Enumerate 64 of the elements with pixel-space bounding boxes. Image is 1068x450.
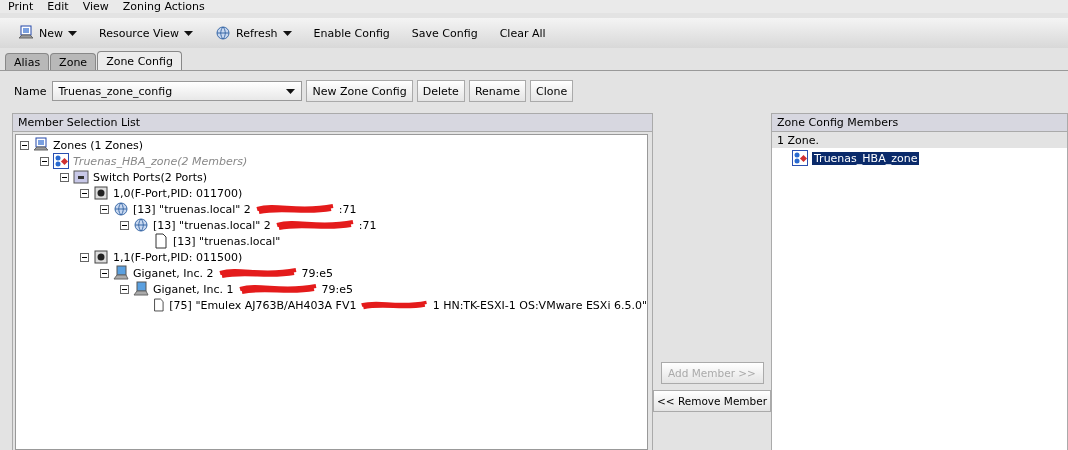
tree-item-label[interactable]: Giganet, Inc. 1 bbox=[153, 282, 234, 296]
toolbar-button[interactable]: Clear All bbox=[491, 23, 554, 43]
tree-item-label: 1 HN:TK-ESXI-1 OS:VMware ESXi 6.5.0" bbox=[432, 298, 647, 312]
tree-item-label: :71 bbox=[358, 218, 377, 232]
port-icon bbox=[93, 249, 109, 265]
menu-item[interactable]: Edit bbox=[47, 0, 69, 13]
tree-item-label: :71 bbox=[338, 202, 357, 216]
toolbar-button[interactable]: Enable Config bbox=[305, 23, 398, 43]
member-button[interactable]: << Remove Member bbox=[652, 390, 772, 412]
globe-icon bbox=[113, 201, 129, 217]
tree-item-label: 79:e5 bbox=[321, 282, 354, 296]
tree-item-label[interactable]: Zones (1 Zones) bbox=[53, 138, 144, 152]
globe-icon bbox=[215, 25, 232, 41]
collapse-toggle[interactable] bbox=[20, 140, 29, 150]
tree-item-label[interactable]: Giganet, Inc. 2 bbox=[133, 266, 214, 280]
computer-icon bbox=[133, 281, 149, 297]
action-button[interactable]: Delete bbox=[416, 80, 465, 102]
name-label: Name bbox=[14, 84, 47, 98]
collapse-toggle[interactable] bbox=[40, 156, 49, 166]
tree-item-label[interactable]: [13] "truenas.local" bbox=[173, 234, 281, 248]
switch-icon bbox=[73, 169, 89, 185]
tree-item-label[interactable]: [75] "Emulex AJ763B/AH403A FV1 bbox=[169, 298, 357, 312]
computer-icon bbox=[18, 25, 34, 41]
computer-icon bbox=[33, 137, 49, 153]
name-dropdown[interactable]: Truenas_zone_config bbox=[52, 81, 303, 101]
menu-item[interactable]: View bbox=[82, 0, 109, 13]
member-item[interactable]: Truenas_HBA_zone bbox=[812, 151, 920, 165]
toolbar-button[interactable]: Save Config bbox=[403, 23, 486, 43]
tree-item-label: 79:e5 bbox=[301, 266, 334, 280]
action-button[interactable]: Clone bbox=[530, 80, 574, 102]
zone-icon bbox=[53, 153, 69, 169]
collapse-toggle[interactable] bbox=[100, 268, 109, 278]
port-icon bbox=[93, 185, 109, 201]
tab[interactable]: Zone Config bbox=[97, 51, 182, 70]
collapse-toggle[interactable] bbox=[120, 220, 129, 230]
document-icon bbox=[151, 297, 166, 313]
tab[interactable]: Zone bbox=[50, 53, 97, 70]
tree-item-label[interactable]: [13] "truenas.local" 2 bbox=[153, 218, 271, 232]
toolbar-button[interactable]: Resource View bbox=[91, 23, 202, 43]
tree-item-label[interactable]: Truenas_HBA_zone(2 Members) bbox=[73, 154, 248, 168]
tree-item-label[interactable]: Switch Ports(2 Ports) bbox=[93, 170, 208, 184]
panel-title: Member Selection List bbox=[13, 114, 652, 132]
tab[interactable]: Alias bbox=[5, 53, 50, 70]
menu-item[interactable]: Print bbox=[8, 0, 34, 13]
globe-icon bbox=[133, 217, 149, 233]
status-text: 1 Zone. bbox=[776, 132, 820, 148]
toolbar-button[interactable]: New bbox=[10, 22, 85, 44]
tree-item-label[interactable]: 1,1(F-Port,PID: 011500) bbox=[113, 250, 243, 264]
collapse-toggle[interactable] bbox=[80, 252, 89, 262]
tree-item-label[interactable]: [13] "truenas.local" 2 bbox=[133, 202, 251, 216]
collapse-toggle[interactable] bbox=[120, 284, 129, 294]
collapse-toggle[interactable] bbox=[60, 172, 69, 182]
collapse-toggle[interactable] bbox=[100, 204, 109, 214]
document-icon bbox=[153, 233, 169, 249]
tree-item-label[interactable]: 1,0(F-Port,PID: 011700) bbox=[113, 186, 243, 200]
redaction-scribble bbox=[360, 299, 429, 311]
caret-icon bbox=[286, 88, 296, 94]
collapse-toggle[interactable] bbox=[80, 188, 89, 198]
action-button[interactable]: Rename bbox=[468, 80, 527, 102]
action-button[interactable]: New Zone Config bbox=[306, 80, 413, 102]
toolbar-button[interactable]: Refresh bbox=[207, 22, 300, 44]
menu-item[interactable]: Zoning Actions bbox=[122, 0, 205, 13]
panel-title: Zone Config Members bbox=[772, 114, 1067, 132]
computer-icon bbox=[113, 265, 129, 281]
